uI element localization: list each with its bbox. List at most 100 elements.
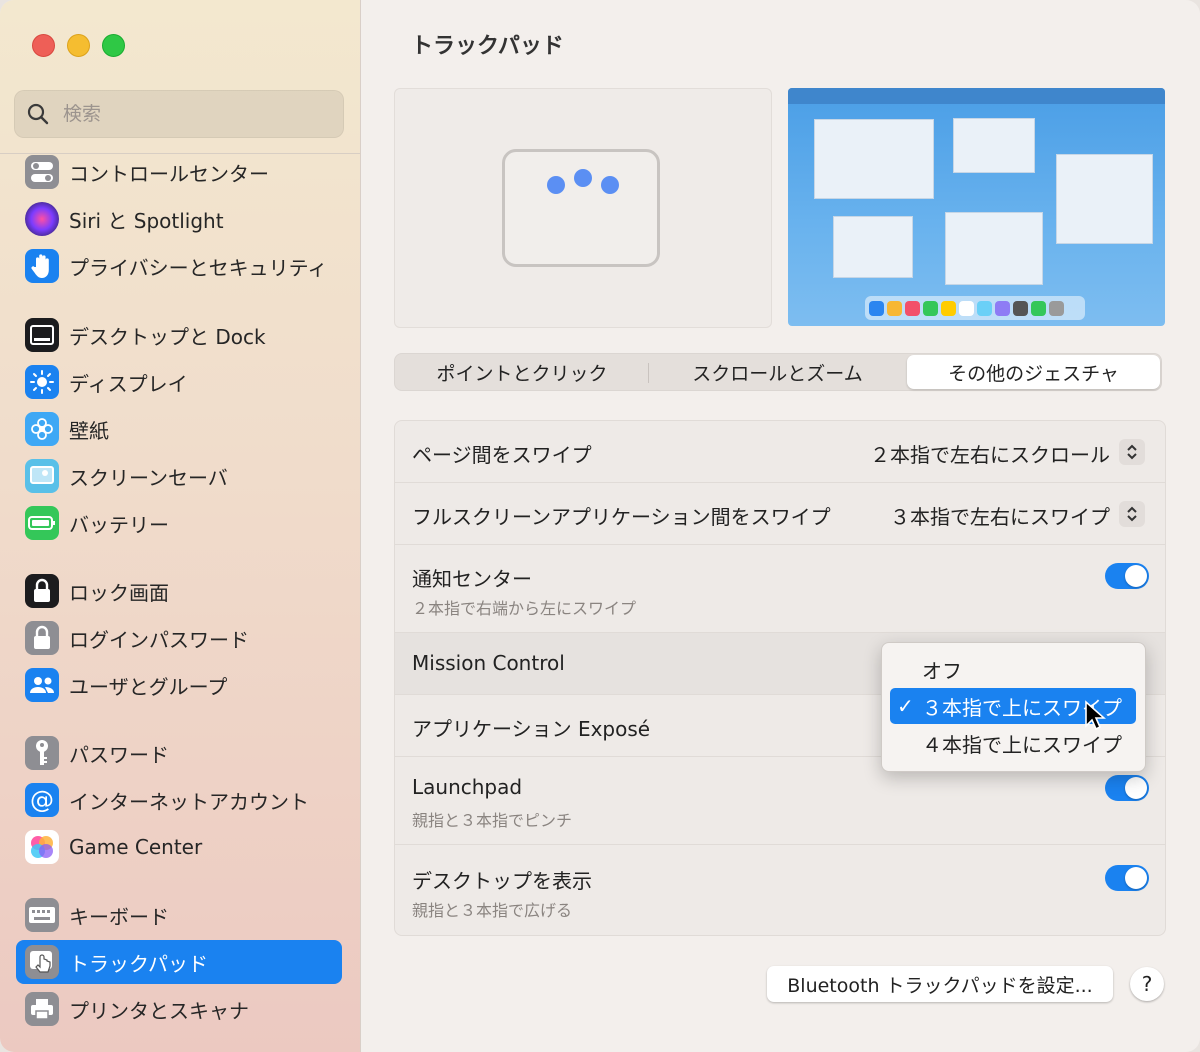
- close-button[interactable]: [32, 34, 55, 57]
- search-box[interactable]: [14, 90, 344, 138]
- sidebar-item-label: キーボード: [69, 904, 169, 929]
- mission-control-preview: [788, 88, 1165, 326]
- sidebar-item-label: ログインパスワード: [69, 627, 249, 652]
- setting-label: フルスクリーンアプリケーション間をスワイプ: [412, 505, 831, 529]
- sidebar-item-label: トラックパッド: [69, 951, 208, 976]
- sidebar: コントロールセンター Siri と Spotlight プライバシーとセキュリテ…: [0, 0, 361, 1052]
- sidebar-item-label: デスクトップと Dock: [69, 324, 266, 349]
- setting-label: アプリケーション Exposé: [412, 717, 651, 741]
- mouse-cursor-icon: [1085, 700, 1106, 731]
- flower-icon: [25, 412, 59, 446]
- finger-dot: [574, 169, 592, 187]
- sidebar-item-internet-accounts[interactable]: @ インターネットアカウント: [16, 778, 342, 822]
- notification-center-toggle[interactable]: [1105, 563, 1149, 589]
- setting-row-swipe-pages: ページ間をスワイプ ２本指で左右にスクロール: [395, 421, 1165, 483]
- checkmark-icon: ✓: [897, 694, 914, 718]
- hand-icon: [25, 249, 59, 283]
- sidebar-item-label: 壁紙: [69, 418, 109, 443]
- menu-item-off[interactable]: オフ: [890, 651, 1136, 687]
- tab-more-gestures[interactable]: その他のジェスチャ: [907, 355, 1160, 389]
- users-icon: [25, 668, 59, 702]
- desktop-dock-icon: [25, 318, 59, 352]
- help-button[interactable]: ?: [1130, 967, 1164, 1001]
- sidebar-item-passwords[interactable]: パスワード: [16, 731, 342, 775]
- setting-row-show-desktop: デスクトップを表示 親指と３本指で広げる: [395, 845, 1165, 935]
- control-center-icon: [25, 155, 59, 189]
- lock-icon: [25, 621, 59, 655]
- sidebar-item-label: プライバシーとセキュリティ: [69, 255, 328, 280]
- preview-window: [945, 212, 1043, 285]
- sidebar-item-display[interactable]: ディスプレイ: [16, 360, 342, 404]
- popup-stepper[interactable]: [1119, 501, 1145, 527]
- at-icon: @: [25, 783, 59, 817]
- sidebar-item-users[interactable]: ユーザとグループ: [16, 663, 342, 707]
- sidebar-item-wallpaper[interactable]: 壁紙: [16, 407, 342, 451]
- settings-window: コントロールセンター Siri と Spotlight プライバシーとセキュリテ…: [0, 0, 1200, 1052]
- sidebar-item-label: インターネットアカウント: [69, 789, 309, 814]
- sidebar-item-desktop-dock[interactable]: デスクトップと Dock: [16, 313, 342, 357]
- setting-row-notification-center: 通知センター ２本指で右端から左にスワイプ: [395, 545, 1165, 633]
- setting-label: Launchpad: [412, 775, 523, 799]
- setting-label: Mission Control: [412, 651, 565, 675]
- sidebar-item-label: ディスプレイ: [69, 371, 188, 396]
- tab-point-and-click[interactable]: ポイントとクリック: [397, 355, 647, 389]
- gesture-trackpad-preview: [394, 88, 772, 328]
- setting-description: 親指と３本指で広げる: [412, 901, 573, 920]
- finger-dot: [547, 176, 565, 194]
- tab-separator: [648, 363, 649, 383]
- siri-icon: [25, 202, 59, 236]
- trackpad-illustration: [502, 149, 660, 267]
- launchpad-toggle[interactable]: [1105, 775, 1149, 801]
- search-icon: [27, 103, 49, 125]
- sidebar-item-login-password[interactable]: ログインパスワード: [16, 616, 342, 660]
- sidebar-item-label: バッテリー: [69, 512, 169, 537]
- sidebar-item-battery[interactable]: バッテリー: [16, 501, 342, 545]
- sidebar-item-keyboard[interactable]: キーボード: [16, 893, 342, 937]
- game-center-icon: [25, 830, 59, 864]
- sidebar-item-label: ユーザとグループ: [69, 674, 228, 699]
- gesture-tabs: ポイントとクリック スクロールとズーム その他のジェスチャ: [394, 353, 1162, 391]
- tab-scroll-and-zoom[interactable]: スクロールとズーム: [650, 355, 905, 389]
- sidebar-item-siri[interactable]: Siri と Spotlight: [16, 197, 342, 241]
- chevron-updown-icon: [1127, 506, 1137, 522]
- sidebar-item-label: ロック画面: [69, 580, 169, 605]
- printer-icon: [25, 992, 59, 1026]
- setting-description: ２本指で右端から左にスワイプ: [412, 599, 637, 618]
- sidebar-item-game-center[interactable]: Game Center: [16, 825, 342, 869]
- sun-icon: [25, 365, 59, 399]
- sidebar-item-control-center[interactable]: コントロールセンター: [16, 150, 342, 194]
- preview-window: [814, 119, 934, 199]
- sidebar-item-printers[interactable]: プリンタとスキャナ: [16, 987, 342, 1031]
- search-input[interactable]: [61, 102, 315, 126]
- sidebar-item-screensaver[interactable]: スクリーンセーバ: [16, 454, 342, 498]
- sidebar-item-label: コントロールセンター: [69, 161, 269, 186]
- preview-window: [1056, 154, 1153, 244]
- setting-label: 通知センター: [412, 567, 532, 591]
- preview-window: [833, 216, 913, 278]
- chevron-updown-icon: [1127, 444, 1137, 460]
- sidebar-item-label: Game Center: [69, 835, 203, 859]
- setting-value[interactable]: ３本指で左右にスワイプ: [890, 501, 1110, 530]
- zoom-button[interactable]: [102, 34, 125, 57]
- preview-dock: [865, 296, 1085, 320]
- sidebar-item-trackpad[interactable]: トラックパッド: [16, 940, 342, 984]
- show-desktop-toggle[interactable]: [1105, 865, 1149, 891]
- mission-control-popup-menu: オフ ✓ ３本指で上にスワイプ ４本指で上にスワイプ: [881, 642, 1146, 772]
- preview-window: [953, 118, 1035, 173]
- popup-stepper[interactable]: [1119, 439, 1145, 465]
- sidebar-item-label: Siri と Spotlight: [69, 208, 224, 233]
- sidebar-item-privacy[interactable]: プライバシーとセキュリティ: [16, 244, 342, 288]
- bluetooth-trackpad-setup-button[interactable]: Bluetooth トラックパッドを設定...: [767, 966, 1113, 1002]
- trackpad-icon: [25, 945, 59, 979]
- sidebar-item-label: スクリーンセーバ: [69, 465, 228, 490]
- setting-value[interactable]: ２本指で左右にスクロール: [870, 439, 1110, 468]
- keyboard-icon: [25, 898, 59, 932]
- minimize-button[interactable]: [67, 34, 90, 57]
- finger-dot: [601, 176, 619, 194]
- sidebar-item-label: パスワード: [69, 742, 169, 767]
- setting-label: ページ間をスワイプ: [412, 443, 592, 467]
- sidebar-item-lock-screen[interactable]: ロック画面: [16, 569, 342, 613]
- setting-row-swipe-fullscreen: フルスクリーンアプリケーション間をスワイプ ３本指で左右にスワイプ: [395, 483, 1165, 545]
- setting-description: 親指と３本指でピンチ: [412, 811, 573, 830]
- key-icon: [25, 736, 59, 770]
